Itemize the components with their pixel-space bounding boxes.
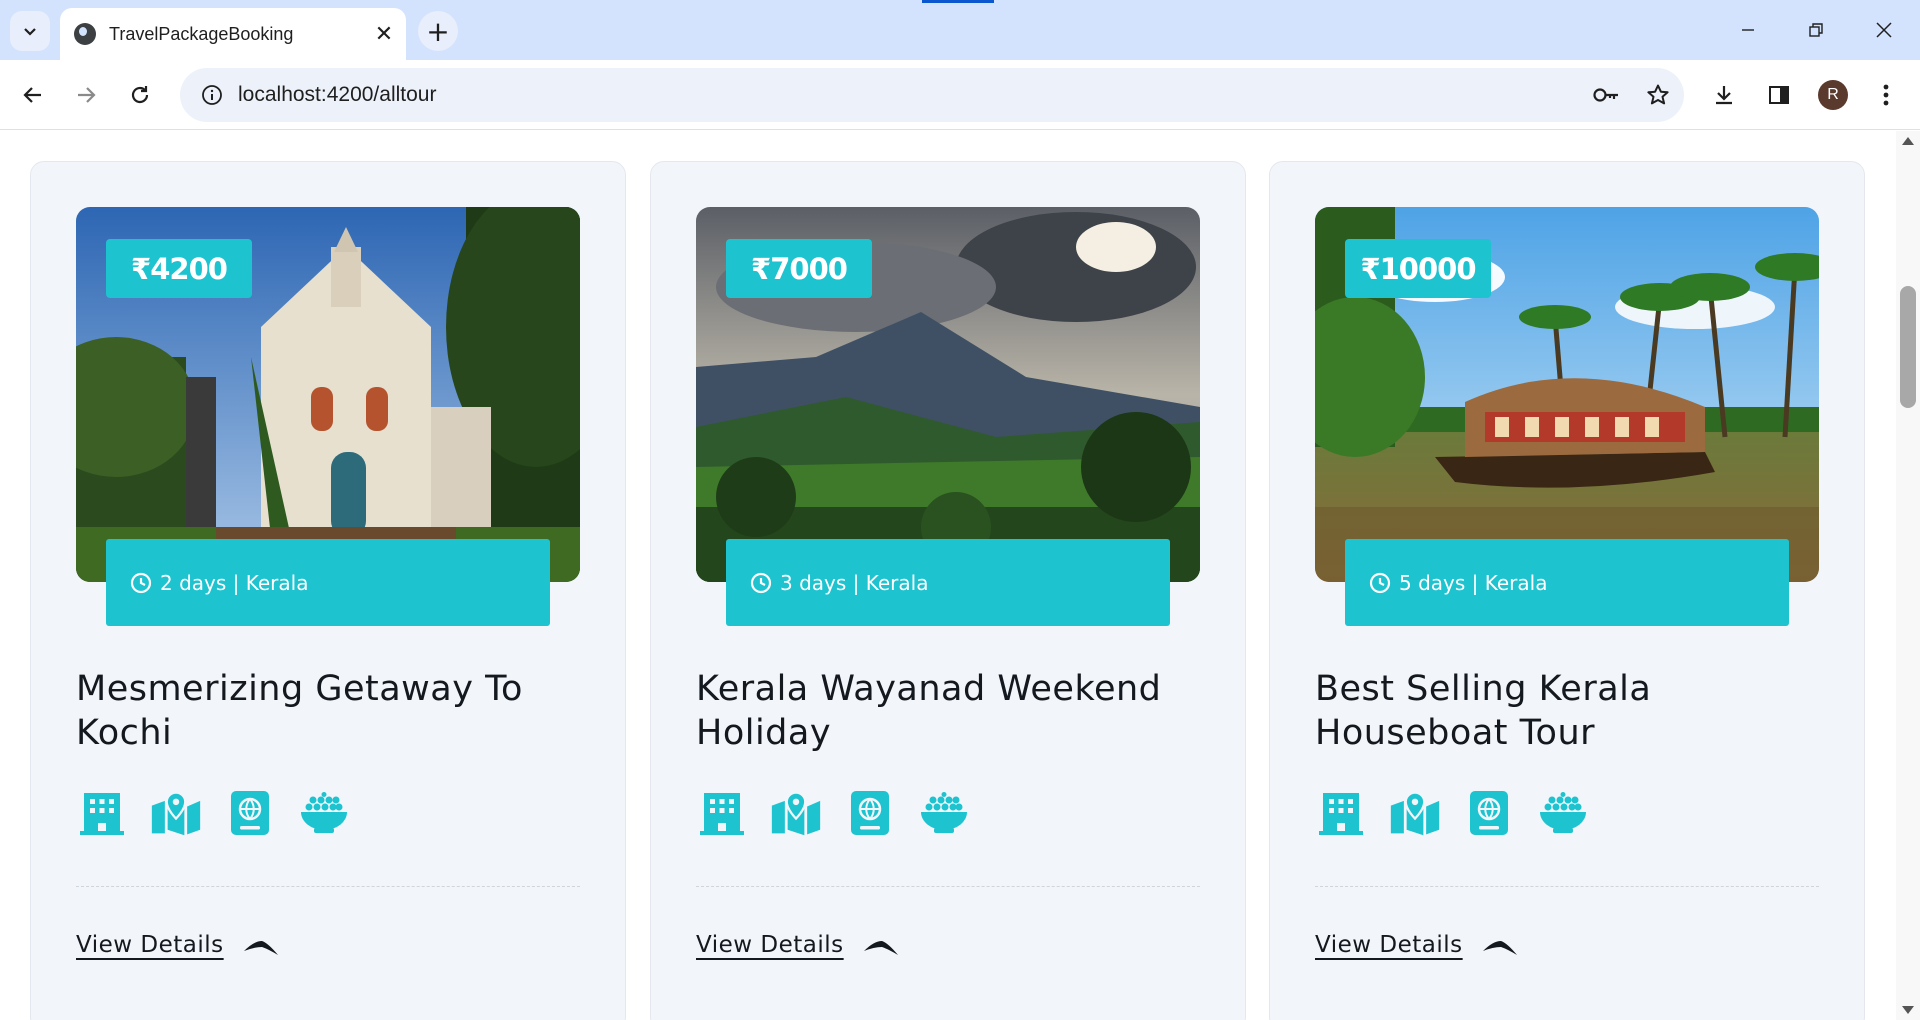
hotel-icon bbox=[1315, 787, 1367, 839]
view-details-label: View Details bbox=[1315, 932, 1463, 958]
password-key-icon[interactable] bbox=[1580, 68, 1632, 122]
new-tab-icon[interactable]: + bbox=[418, 11, 458, 51]
passport-icon bbox=[1463, 787, 1515, 839]
tab-strip-indicator bbox=[922, 0, 994, 3]
price-badge: ₹7000 bbox=[726, 239, 872, 298]
map-icon bbox=[770, 787, 822, 839]
view-details-label: View Details bbox=[76, 932, 224, 958]
tour-title[interactable]: Best Selling Kerala Houseboat Tour bbox=[1315, 667, 1835, 755]
price-badge: ₹10000 bbox=[1345, 239, 1491, 298]
duration-bar: 5 days | Kerala bbox=[1345, 539, 1789, 626]
close-icon[interactable]: ✕ bbox=[368, 18, 400, 50]
amenities bbox=[696, 787, 970, 839]
scroll-thumb[interactable] bbox=[1900, 286, 1916, 408]
tour-card: ₹10000 5 days | Kerala Best Selling Kera… bbox=[1269, 161, 1865, 1020]
food-bowl-icon bbox=[298, 787, 350, 839]
arrow-icon bbox=[863, 941, 898, 955]
site-info-icon[interactable] bbox=[186, 68, 238, 122]
view-details-label: View Details bbox=[696, 932, 844, 958]
reload-icon[interactable] bbox=[118, 73, 162, 117]
download-icon[interactable] bbox=[1702, 73, 1746, 117]
view-details-link[interactable]: View Details bbox=[696, 932, 900, 958]
arrow-icon bbox=[243, 941, 278, 955]
page-scrollbar[interactable] bbox=[1896, 131, 1920, 1020]
address-bar[interactable]: localhost:4200/alltour bbox=[180, 68, 1684, 122]
duration-text: 2 days | Kerala bbox=[160, 570, 309, 595]
tour-card: ₹7000 3 days | Kerala Kerala Wayanad Wee… bbox=[650, 161, 1246, 1020]
map-icon bbox=[150, 787, 202, 839]
tour-title[interactable]: Mesmerizing Getaway To Kochi bbox=[76, 667, 596, 755]
passport-icon bbox=[224, 787, 276, 839]
divider bbox=[696, 886, 1200, 887]
back-icon[interactable] bbox=[11, 73, 55, 117]
clock-icon bbox=[750, 572, 772, 593]
view-details-link[interactable]: View Details bbox=[1315, 932, 1519, 958]
amenities bbox=[76, 787, 350, 839]
globe-icon bbox=[74, 23, 96, 45]
minimize-icon[interactable] bbox=[1714, 8, 1782, 52]
browser-tab[interactable]: TravelPackageBooking ✕ bbox=[60, 8, 406, 60]
duration-bar: 3 days | Kerala bbox=[726, 539, 1170, 626]
duration-bar: 2 days | Kerala bbox=[106, 539, 550, 626]
url-text[interactable]: localhost:4200/alltour bbox=[238, 83, 1580, 107]
page-viewport: ₹4200 2 days | Kerala Mesmerizing Getawa… bbox=[0, 131, 1896, 1020]
profile-avatar[interactable]: R bbox=[1811, 73, 1855, 117]
clock-icon bbox=[130, 572, 152, 593]
divider bbox=[76, 886, 580, 887]
profile-initial: R bbox=[1818, 80, 1848, 110]
food-bowl-icon bbox=[1537, 787, 1589, 839]
more-menu-icon[interactable] bbox=[1864, 73, 1908, 117]
tour-title[interactable]: Kerala Wayanad Weekend Holiday bbox=[696, 667, 1216, 755]
forward-icon[interactable] bbox=[64, 73, 108, 117]
hotel-icon bbox=[76, 787, 128, 839]
bookmark-star-icon[interactable] bbox=[1632, 68, 1684, 122]
browser-tab-bar: TravelPackageBooking ✕ + bbox=[0, 0, 1920, 60]
scroll-down-arrow-icon[interactable] bbox=[1902, 1006, 1914, 1014]
amenities bbox=[1315, 787, 1589, 839]
browser-toolbar: localhost:4200/alltour R bbox=[0, 60, 1920, 130]
divider bbox=[1315, 886, 1819, 887]
arrow-icon bbox=[1482, 941, 1517, 955]
food-bowl-icon bbox=[918, 787, 970, 839]
passport-icon bbox=[844, 787, 896, 839]
price-badge: ₹4200 bbox=[106, 239, 252, 298]
map-icon bbox=[1389, 787, 1441, 839]
tab-title: TravelPackageBooking bbox=[109, 23, 294, 44]
hotel-icon bbox=[696, 787, 748, 839]
duration-text: 3 days | Kerala bbox=[780, 570, 929, 595]
duration-text: 5 days | Kerala bbox=[1399, 570, 1548, 595]
tab-search-icon[interactable] bbox=[10, 11, 50, 51]
side-panel-icon[interactable] bbox=[1757, 73, 1801, 117]
window-close-icon[interactable] bbox=[1850, 8, 1918, 52]
restore-icon[interactable] bbox=[1782, 8, 1850, 52]
clock-icon bbox=[1369, 572, 1391, 593]
view-details-link[interactable]: View Details bbox=[76, 932, 280, 958]
tour-card: ₹4200 2 days | Kerala Mesmerizing Getawa… bbox=[30, 161, 626, 1020]
scroll-up-arrow-icon[interactable] bbox=[1902, 137, 1914, 145]
